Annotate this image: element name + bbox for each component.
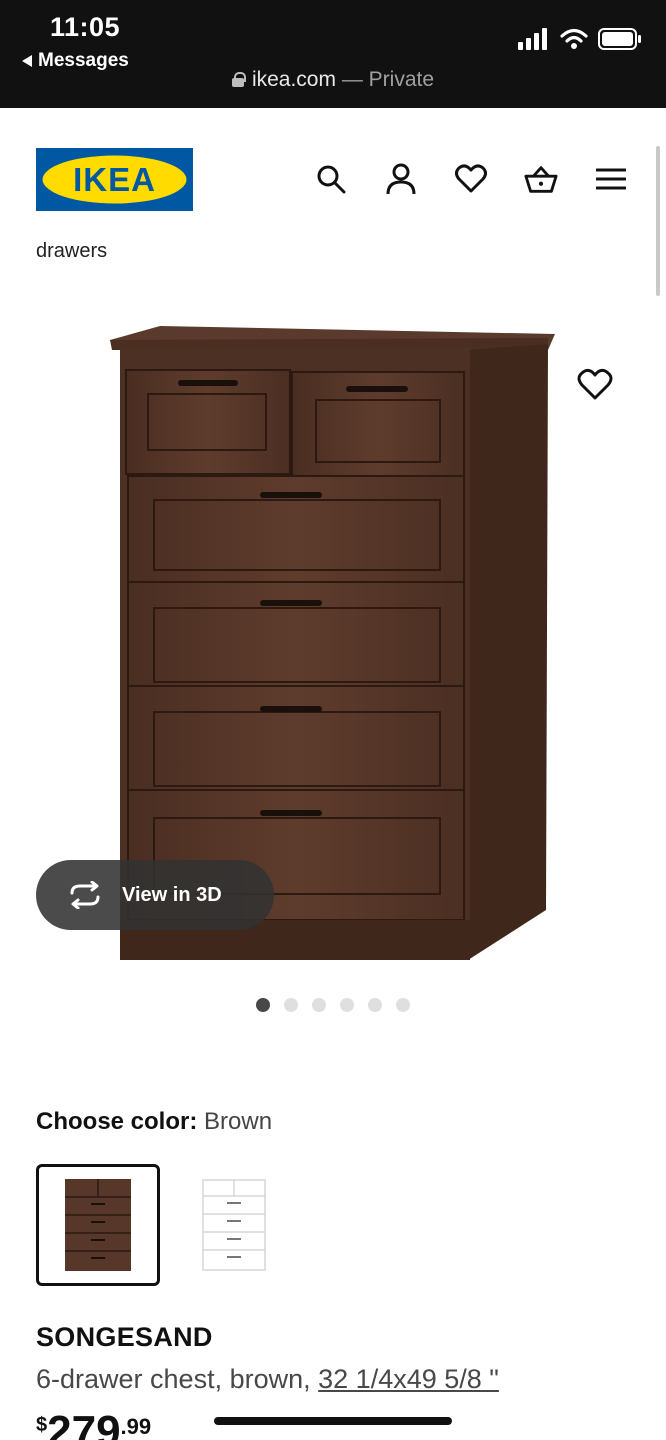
pagination-dot[interactable] [284, 998, 298, 1012]
heart-icon [577, 368, 613, 400]
lock-icon [231, 72, 246, 87]
basket-icon [524, 166, 558, 193]
site-header: IKEA [0, 108, 666, 238]
url-domain: ikea.com [251, 68, 336, 91]
home-indicator[interactable] [214, 1417, 452, 1425]
header-actions [314, 162, 628, 196]
color-option-brown[interactable] [36, 1164, 160, 1286]
product-dimensions-link[interactable]: 32 1/4x49 5/8 " [318, 1364, 499, 1394]
search-button[interactable] [314, 162, 348, 196]
ikea-logo[interactable]: IKEA [36, 148, 193, 211]
wifi-icon [560, 28, 588, 49]
menu-icon [596, 168, 626, 190]
private-label: — Private [341, 68, 435, 91]
view-in-3d-button[interactable]: View in 3D [36, 860, 274, 930]
rotate-3d-icon [70, 881, 100, 909]
status-bar: 11:05 Messages ikea.com — Private [0, 0, 666, 108]
pagination-dot[interactable] [312, 998, 326, 1012]
address-bar[interactable]: ikea.com — Private [0, 68, 666, 92]
heart-icon [455, 164, 487, 193]
view-in-3d-label: View in 3D [122, 883, 222, 906]
menu-button[interactable] [594, 162, 628, 196]
pagination-dot[interactable] [256, 998, 270, 1012]
pagination-dot[interactable] [368, 998, 382, 1012]
account-button[interactable] [384, 162, 418, 196]
price-integer: 279 [47, 1407, 121, 1440]
cart-button[interactable] [524, 162, 558, 196]
clock: 11:05 [50, 12, 121, 42]
status-icons [518, 28, 642, 50]
brown-chest-thumbnail [65, 1179, 131, 1271]
pagination-dot[interactable] [396, 998, 410, 1012]
page-scrollbar[interactable] [656, 146, 660, 296]
battery-icon [598, 28, 641, 50]
wishlist-button[interactable] [454, 162, 488, 196]
search-icon [317, 165, 346, 194]
product-name: SONGESAND [36, 1322, 213, 1352]
price-currency: $ [36, 1414, 48, 1436]
signal-icon [518, 28, 547, 50]
selected-color: Brown [204, 1108, 273, 1135]
svg-text:IKEA: IKEA [73, 161, 156, 198]
product-description: 6-drawer chest, brown, 32 1/4x49 5/8 " [36, 1364, 499, 1395]
color-chooser-label: Choose color: Brown [36, 1108, 272, 1136]
back-arrow-icon [22, 55, 32, 67]
product-description-text: 6-drawer chest, brown, [36, 1364, 311, 1394]
color-option-white[interactable] [172, 1164, 296, 1286]
choose-color-label: Choose color: [36, 1108, 198, 1135]
favorite-button[interactable] [575, 365, 615, 405]
breadcrumb[interactable]: drawers [36, 240, 107, 263]
white-chest-thumbnail [202, 1179, 266, 1271]
image-pagination [0, 998, 666, 1012]
price-decimal: .99 [120, 1414, 152, 1439]
product-price: $ 279 .99 [36, 1410, 151, 1440]
pagination-dot[interactable] [340, 998, 354, 1012]
account-icon [386, 163, 416, 195]
